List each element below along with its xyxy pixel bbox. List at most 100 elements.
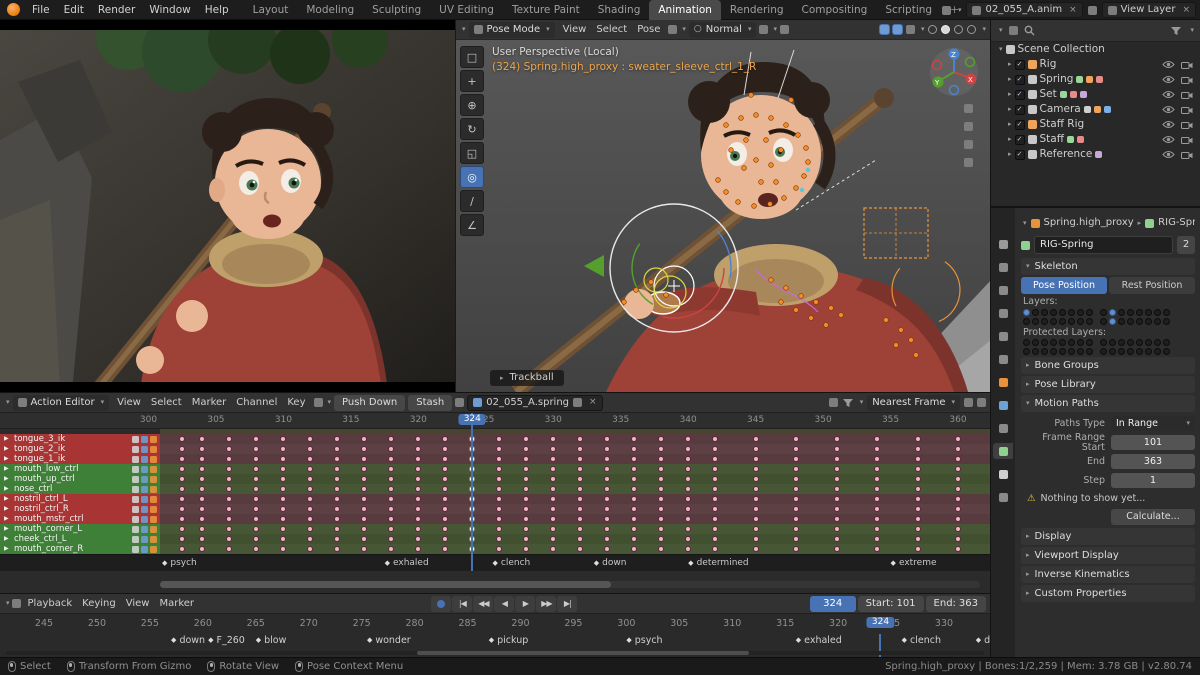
keyframe-334[interactable]	[604, 526, 611, 532]
keyframe-338[interactable]	[658, 546, 665, 552]
keyframe-336[interactable]	[631, 466, 638, 472]
keyframe-320[interactable]	[415, 456, 422, 462]
keyframe-318[interactable]	[388, 536, 395, 542]
keyframe-314[interactable]	[334, 526, 341, 532]
channel-row-mouth-low-ctrl[interactable]: ▶ mouth_low_ctrl	[0, 464, 990, 474]
keyframe-354[interactable]	[874, 456, 881, 462]
enabled-checkbox[interactable]	[141, 485, 148, 493]
keyframe-330[interactable]	[550, 476, 557, 482]
protected-layer-dot-9[interactable]	[1109, 339, 1116, 346]
enabled-checkbox[interactable]	[141, 475, 148, 483]
keyframe-342[interactable]	[712, 516, 719, 522]
keyframe-328[interactable]	[523, 496, 530, 502]
keyframe-316[interactable]	[361, 456, 368, 462]
autokey-button[interactable]	[431, 595, 452, 612]
properties-tab-object-data[interactable]	[993, 443, 1013, 459]
disclosure-triangle-icon[interactable]: ▸	[1008, 76, 1012, 83]
channel-keyframes[interactable]	[160, 464, 990, 474]
channel-label-tongue-2-ik[interactable]: ▶ tongue_2_ik	[0, 444, 160, 454]
keyframe-310[interactable]	[280, 476, 287, 482]
keyframe-326[interactable]	[496, 466, 503, 472]
keyframe-320[interactable]	[415, 436, 422, 442]
keyframe-338[interactable]	[658, 476, 665, 482]
keyframe-345[interactable]	[752, 436, 759, 442]
keyframe-360[interactable]	[955, 496, 962, 502]
keyframe-330[interactable]	[550, 456, 557, 462]
disclosure-triangle-icon[interactable]: ▶	[4, 496, 9, 502]
enabled-checkbox[interactable]	[141, 505, 148, 513]
keyframe-334[interactable]	[604, 446, 611, 452]
keyframe-332[interactable]	[577, 456, 584, 462]
keyframe-332[interactable]	[577, 436, 584, 442]
keyframe-330[interactable]	[550, 516, 557, 522]
keyframe-302.5[interactable]	[179, 506, 186, 512]
protected-layer-dot-14[interactable]	[1154, 339, 1161, 346]
editor-type-chevron-icon[interactable]: ▾	[999, 27, 1003, 34]
keyframe-345[interactable]	[752, 466, 759, 472]
layer-dot-23[interactable]	[1086, 317, 1093, 325]
protected-layer-dot-29[interactable]	[1145, 348, 1152, 355]
properties-tab-render[interactable]	[993, 259, 1013, 275]
keyframe-318[interactable]	[388, 486, 395, 492]
keyframe-351[interactable]	[833, 496, 840, 502]
pin-icon[interactable]	[132, 435, 139, 443]
keyframe-314[interactable]	[334, 506, 341, 512]
keyframe-320[interactable]	[415, 486, 422, 492]
keyframe-326[interactable]	[496, 436, 503, 442]
keyframe-351[interactable]	[833, 456, 840, 462]
modifier-icon[interactable]	[150, 545, 157, 553]
keyframe-306[interactable]	[226, 536, 233, 542]
keyframe-342[interactable]	[712, 436, 719, 442]
channel-keyframes[interactable]	[160, 514, 990, 524]
dope-sheet-menu-view[interactable]: View	[112, 393, 146, 413]
transform-pivot-icon[interactable]	[668, 25, 678, 34]
protected-layer-dot-25[interactable]	[1109, 348, 1116, 355]
channel-row-nostril-ctrl-l[interactable]: ▶ nostril_ctrl_L	[0, 494, 990, 504]
keyframe-322[interactable]	[442, 536, 449, 542]
keyframe-357[interactable]	[914, 546, 921, 552]
view-layer-remove-icon[interactable]: ×	[1182, 5, 1190, 15]
layer-dot-26[interactable]	[1118, 317, 1125, 325]
disclosure-triangle-icon[interactable]: ▸	[1008, 121, 1012, 128]
keyframe-357[interactable]	[914, 526, 921, 532]
calculate-button[interactable]: Calculate...	[1111, 508, 1195, 525]
transform-tool[interactable]: ◎	[460, 166, 484, 188]
keyframe-336[interactable]	[631, 516, 638, 522]
keyframe-310[interactable]	[280, 516, 287, 522]
keyframe-302.5[interactable]	[179, 446, 186, 452]
keyframe-302.5[interactable]	[179, 536, 186, 542]
keyframe-328[interactable]	[523, 486, 530, 492]
keyframe-306[interactable]	[226, 506, 233, 512]
keyframe-332[interactable]	[577, 546, 584, 552]
protected-layer-dot-17[interactable]	[1032, 348, 1039, 355]
keyframe-354[interactable]	[874, 436, 881, 442]
keyframe-351[interactable]	[833, 526, 840, 532]
keyframe-348[interactable]	[793, 486, 800, 492]
shading-rendered-icon[interactable]	[967, 25, 977, 34]
frame-ruler[interactable]: 300 305 310 315 320 325 330 335 340 345 350 355 360 3…	[0, 413, 990, 429]
keyframe-302.5[interactable]	[179, 436, 186, 442]
keyframe-312[interactable]	[307, 466, 314, 472]
keyframe-357[interactable]	[914, 476, 921, 482]
enabled-checkbox[interactable]	[141, 545, 148, 553]
push-down-button[interactable]: Push Down	[334, 394, 406, 411]
keyframe-336[interactable]	[631, 526, 638, 532]
disclosure-triangle-icon[interactable]: ▸	[1008, 106, 1012, 113]
keyframe-312[interactable]	[307, 496, 314, 502]
keyframe-328[interactable]	[523, 546, 530, 552]
xray-toggle-icon[interactable]	[905, 25, 915, 34]
enabled-checkbox[interactable]	[141, 455, 148, 463]
breadcrumb-object[interactable]: Spring.high_proxy	[1044, 218, 1134, 228]
frame-end-field[interactable]: End: 363	[925, 595, 987, 612]
keyframe-316[interactable]	[361, 486, 368, 492]
keyframe-312[interactable]	[307, 516, 314, 522]
keyframe-326[interactable]	[496, 506, 503, 512]
keyframe-322[interactable]	[442, 436, 449, 442]
keyframe-332[interactable]	[577, 486, 584, 492]
disable-render-icon[interactable]	[1181, 105, 1193, 114]
enabled-checkbox[interactable]	[141, 445, 148, 453]
keyframe-318[interactable]	[388, 516, 395, 522]
keyframe-345[interactable]	[752, 456, 759, 462]
protected-layer-dot-18[interactable]	[1041, 348, 1048, 355]
protected-layer-dot-30[interactable]	[1154, 348, 1161, 355]
